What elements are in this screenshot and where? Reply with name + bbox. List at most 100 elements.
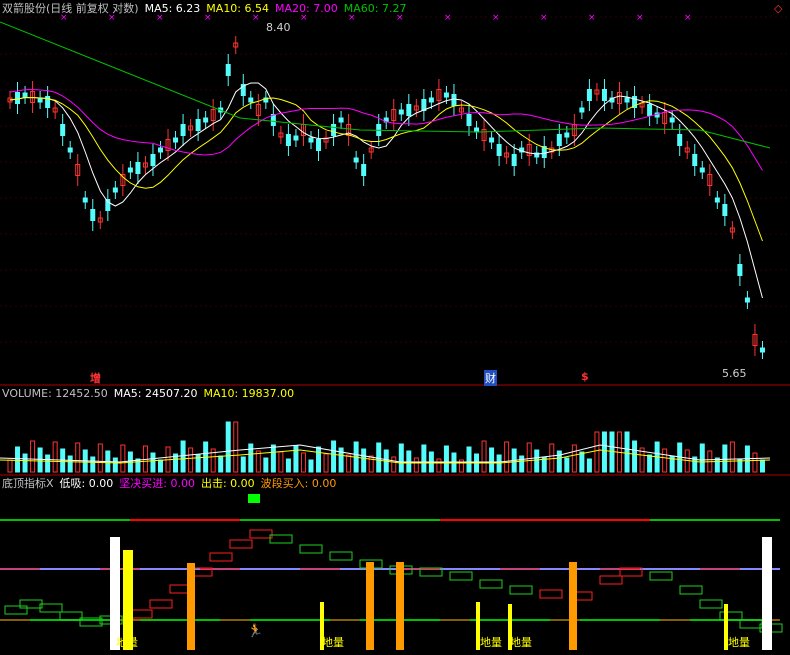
candle-body: [338, 117, 344, 123]
oscillator-step: [39, 603, 63, 613]
volume-ma5: MA5: 24507.20: [113, 387, 198, 400]
volume-bar: [601, 431, 607, 473]
candle-body: [489, 137, 495, 143]
volume-bar: [233, 421, 239, 473]
candle-body: [361, 164, 367, 176]
signal-bar: [396, 562, 404, 650]
volume-bar: [7, 459, 13, 473]
candle-body: [248, 97, 254, 103]
volume-ma10: MA10: 19837.00: [203, 387, 295, 400]
volume-bar: [632, 440, 638, 473]
candle-body: [579, 107, 585, 113]
oscillator-step: [229, 539, 253, 549]
event-cai-mark[interactable]: 财: [484, 370, 497, 386]
candle-body: [511, 154, 517, 166]
oscillator-step: [59, 611, 83, 621]
candle-body: [564, 132, 570, 138]
volume-bar: [413, 457, 419, 473]
high-price-label: 8.40: [266, 21, 291, 34]
ground-volume-label: 地量: [322, 636, 344, 649]
chart-canvas[interactable]: × × × × × × × × × × × × × ×: [0, 0, 790, 655]
candle-body: [496, 144, 502, 156]
candle-body: [669, 117, 675, 123]
candle-body: [127, 167, 133, 173]
volume-bar: [120, 444, 126, 473]
oscillator-step: [449, 571, 473, 581]
volume-bar: [37, 447, 43, 473]
event-zeng-mark[interactable]: 增: [90, 370, 101, 386]
volume-bar: [240, 456, 246, 473]
cross-marker: ×: [492, 13, 500, 23]
volume-bar: [571, 444, 577, 473]
candle-body: [157, 147, 163, 153]
event-dollar-mark[interactable]: $: [581, 370, 589, 383]
candle-body: [398, 109, 404, 115]
oscillator-step: [4, 605, 28, 615]
oscillator-step: [249, 529, 273, 539]
oscillator-step: [699, 599, 723, 609]
low-price-label: 5.65: [722, 367, 747, 380]
volume-bar: [647, 454, 653, 473]
ma60-line: [0, 21, 771, 149]
attack-indicator-box: [248, 494, 260, 503]
candle-body: [331, 124, 337, 136]
oscillator-step: [129, 609, 153, 619]
volume-bar: [218, 455, 224, 473]
candle-body: [421, 99, 427, 111]
candle-body: [67, 147, 73, 153]
attack-value: 出击: 0.00: [200, 477, 255, 490]
candle-body: [90, 209, 96, 221]
candle-body: [556, 134, 562, 146]
volume-bar: [376, 442, 382, 473]
candle-body: [173, 137, 179, 143]
volume-bar: [594, 431, 600, 473]
volume-bar: [90, 456, 96, 473]
oscillator-step: [539, 589, 563, 599]
volume-bar: [300, 452, 306, 473]
volume-bar: [729, 441, 735, 473]
oscillator-step: [599, 575, 623, 585]
ma60-value: MA60: 7.27: [343, 2, 407, 15]
candle-body: [466, 114, 472, 126]
volume-bar: [586, 458, 592, 473]
volume-bar: [361, 448, 367, 473]
candle-body: [270, 114, 276, 126]
volume-bar: [489, 447, 495, 473]
candle-body: [624, 97, 630, 103]
indicator-name: 底顶指标X: [2, 477, 54, 490]
candle-body: [699, 167, 705, 173]
candle-body: [692, 154, 698, 166]
volume-bar: [316, 446, 322, 473]
candle-body: [285, 134, 291, 146]
candle-body: [195, 119, 201, 131]
volume-bar: [52, 441, 58, 473]
volume-bar: [157, 459, 163, 473]
volume-bar: [75, 442, 81, 473]
oscillator-step: [509, 585, 533, 595]
volume-bar: [248, 443, 254, 473]
volume-bar: [714, 457, 720, 473]
ma20-value: MA20: 7.00: [275, 2, 338, 15]
oscillator-step: [209, 552, 233, 562]
volume-bar: [564, 457, 570, 473]
oscillator-step: [329, 551, 353, 561]
volume-bar: [30, 440, 36, 473]
ground-volume-label: 地量: [480, 636, 502, 649]
candle-body: [150, 154, 156, 166]
candle-body: [451, 94, 457, 106]
candle-body: [15, 92, 21, 104]
candle-body: [443, 92, 449, 98]
diamond-icon[interactable]: ◇: [774, 2, 782, 15]
volume-value: VOLUME: 12452.50: [2, 387, 108, 400]
candle-body: [308, 137, 314, 143]
signal-bar: [762, 537, 772, 650]
candle-body: [586, 89, 592, 101]
oscillator-step: [739, 619, 763, 629]
volume-bar: [22, 453, 28, 473]
volume-bar: [346, 454, 352, 473]
candle-body: [112, 187, 118, 193]
volume-bar: [579, 451, 585, 473]
volume-bar: [534, 449, 540, 473]
volume-bar: [45, 454, 51, 473]
ground-volume-label: 地量: [116, 636, 138, 649]
